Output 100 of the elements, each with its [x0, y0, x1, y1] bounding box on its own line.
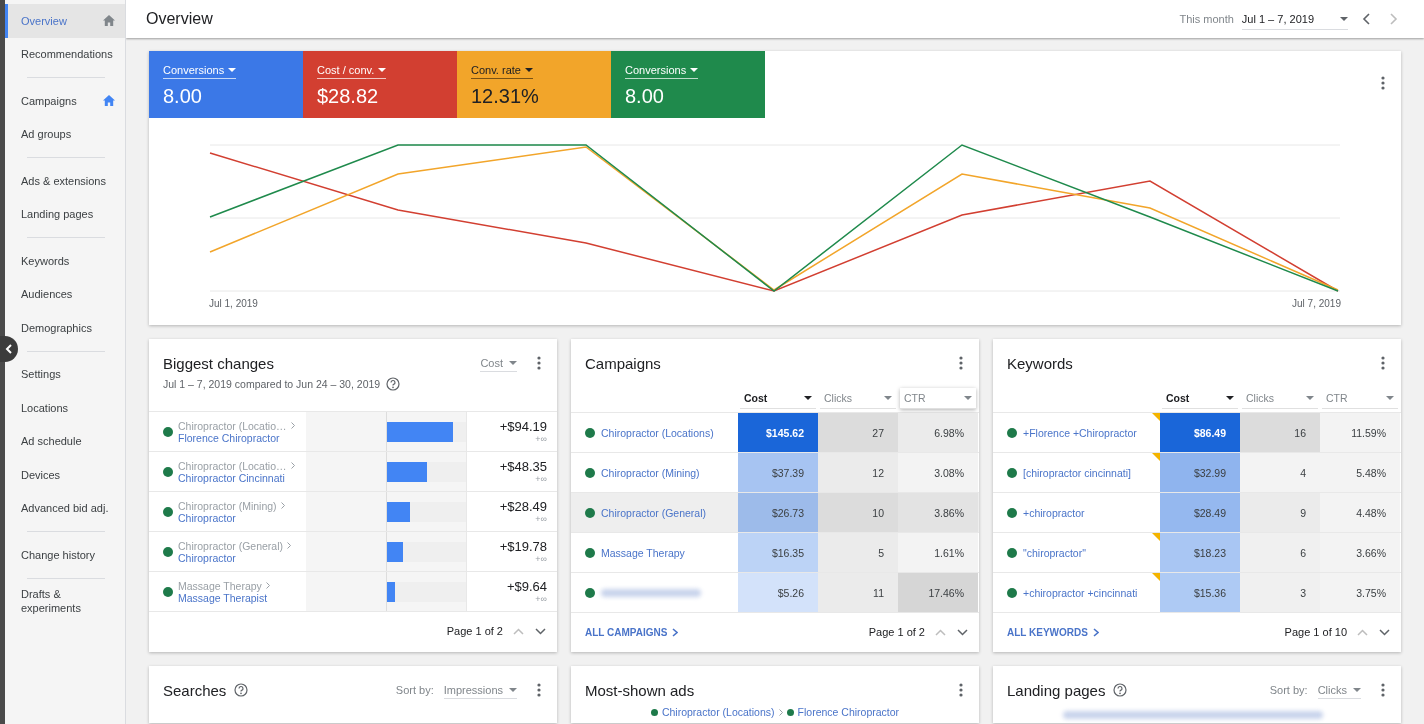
- change-value: +$9.64: [505, 579, 547, 594]
- metric-dropdown[interactable]: Conversions: [163, 64, 237, 79]
- table-row[interactable]: Chiropractor (Locations) $145.62 27 6.98%: [571, 413, 979, 453]
- page-title: Overview: [146, 10, 213, 28]
- chevron-right-icon: [1390, 13, 1398, 25]
- more-icon: [537, 683, 541, 697]
- caret-icon: [1386, 396, 1394, 400]
- change-percent: +∞: [534, 594, 547, 604]
- chevron-right-icon: [1092, 627, 1099, 637]
- table-cell: 3.75%: [1320, 573, 1400, 612]
- all-link[interactable]: ALL CAMPAIGNS: [585, 626, 679, 638]
- chevron-right-icon: [672, 627, 679, 637]
- nav-item[interactable]: Landing pages: [5, 197, 125, 231]
- caret-icon: [524, 68, 533, 72]
- nav-item[interactable]: Advanced bid adj.: [5, 491, 125, 525]
- caret-icon: [1340, 16, 1348, 21]
- campaign-link[interactable]: Chiropractor (Mining): [601, 466, 700, 479]
- table-cell: 4.48%: [1320, 493, 1400, 532]
- metric-dropdown[interactable]: Conversions: [625, 64, 699, 79]
- table-row[interactable]: $5.26 11 17.46%: [571, 573, 979, 613]
- column-header[interactable]: CTR: [900, 388, 976, 409]
- change-percent: +∞: [534, 554, 547, 564]
- campaign-name: Chiropractor (Locations): [661, 706, 775, 718]
- chevron-up-icon: [1356, 628, 1368, 636]
- keyword-link[interactable]: [chiropractor cincinnati]: [1023, 466, 1131, 479]
- sort-dropdown[interactable]: Impressions: [443, 681, 517, 699]
- table-row[interactable]: [chiropractor cincinnati] $32.99 4 5.48%: [993, 453, 1401, 493]
- date-range-dropdown[interactable]: Jul 1 – 7, 2019: [1241, 8, 1348, 30]
- change-percent: +∞: [534, 474, 547, 484]
- ad-group-link[interactable]: Chiropractor Cincinnati: [178, 471, 295, 484]
- column-header[interactable]: Clicks: [820, 388, 896, 409]
- change-value: +$28.49: [498, 499, 547, 514]
- table-row[interactable]: Massage Therapy $16.35 5 1.61%: [571, 533, 979, 573]
- metric-tile[interactable]: Conversions 8.00: [611, 51, 765, 118]
- nav-item[interactable]: Audiences: [5, 277, 125, 311]
- ad-group-link[interactable]: Florence Chiropractor: [797, 706, 900, 718]
- keyword-link[interactable]: +Florence +Chiropractor: [1023, 426, 1137, 439]
- nav-item[interactable]: Recommendations: [5, 37, 125, 71]
- nav-item[interactable]: Overview: [5, 4, 125, 38]
- campaign-link[interactable]: Massage Therapy: [601, 546, 685, 559]
- column-header[interactable]: Clicks: [1242, 388, 1318, 409]
- table-row[interactable]: Chiropractor (Mining) $37.39 12 3.08%: [571, 453, 979, 493]
- ad-group-link[interactable]: Chiropractor: [178, 551, 292, 564]
- card-title: Most-shown ads: [585, 681, 695, 699]
- table-cell: 6: [1240, 533, 1320, 572]
- sort-dropdown[interactable]: Clicks: [1317, 681, 1361, 699]
- status-dot: [585, 587, 595, 598]
- nav-item[interactable]: Locations: [5, 391, 125, 425]
- metric-dropdown[interactable]: Cost / conv.: [317, 64, 387, 79]
- campaign-link[interactable]: Chiropractor (Locations): [601, 426, 714, 439]
- metric-dropdown[interactable]: Cost: [480, 354, 517, 372]
- table-row[interactable]: +chiropractor $28.49 9 4.48%: [993, 493, 1401, 533]
- nav-item[interactable]: Drafts & experiments: [5, 584, 125, 618]
- metric-tile[interactable]: Cost / conv. $28.82: [303, 51, 457, 118]
- change-value: +$94.19: [498, 419, 547, 434]
- card-title: Searches: [163, 681, 227, 699]
- nav-item[interactable]: Ads & extensions: [5, 164, 125, 198]
- nav-item[interactable]: Ad schedule: [5, 424, 125, 458]
- metric-value: 8.00: [625, 85, 665, 108]
- table-row[interactable]: Chiropractor (General) $26.73 10 3.86%: [571, 493, 979, 533]
- change-percent: +∞: [534, 514, 547, 524]
- status-dot: [1007, 467, 1017, 478]
- change-value: +$19.78: [498, 539, 547, 554]
- table-cell: $5.26: [738, 573, 818, 612]
- table-row[interactable]: "chiropractor" $18.23 6 3.66%: [993, 533, 1401, 573]
- all-link[interactable]: ALL KEYWORDS: [1007, 626, 1099, 638]
- status-dot: [163, 586, 173, 597]
- nav-item[interactable]: Settings: [5, 357, 125, 391]
- ad-group-link[interactable]: Florence Chiropractor: [178, 431, 295, 444]
- more-icon: [959, 356, 963, 370]
- caret-icon: [964, 396, 972, 400]
- status-dot: [585, 507, 595, 518]
- column-header[interactable]: Cost: [740, 388, 816, 409]
- collapse-button[interactable]: [0, 336, 18, 362]
- keyword-link[interactable]: +chiropractor: [1023, 506, 1085, 519]
- nav-item[interactable]: Change history: [5, 538, 125, 572]
- metric-tile[interactable]: Conv. rate 12.31%: [457, 51, 611, 118]
- status-dot: [1007, 587, 1017, 598]
- nav-item[interactable]: Keywords: [5, 244, 125, 278]
- nav-item[interactable]: Demographics: [5, 311, 125, 345]
- table-cell: 3.08%: [898, 453, 978, 492]
- status-dot: [585, 467, 595, 478]
- ad-group-link[interactable]: Chiropractor: [178, 511, 285, 524]
- metric-tile[interactable]: Conversions 8.00: [149, 51, 303, 118]
- campaign-link[interactable]: Chiropractor (General): [601, 506, 707, 519]
- keyword-link[interactable]: "chiropractor": [1023, 546, 1086, 559]
- caret-icon: [1306, 396, 1314, 400]
- caret-icon: [509, 360, 517, 365]
- chevron-up-icon: [934, 628, 946, 636]
- column-header[interactable]: Cost: [1162, 388, 1238, 409]
- nav-item[interactable]: Campaigns: [5, 84, 125, 118]
- table-row[interactable]: +Florence +Chiropractor $86.49 16 11.59%: [993, 413, 1401, 453]
- nav-item[interactable]: Ad groups: [5, 117, 125, 151]
- ad-group-link[interactable]: Massage Therapist: [178, 591, 270, 604]
- status-dot: [163, 506, 173, 517]
- metric-dropdown[interactable]: Conv. rate: [471, 64, 533, 79]
- table-row[interactable]: +chiropractor +cincinnati $15.36 3 3.75%: [993, 573, 1401, 613]
- nav-item[interactable]: Devices: [5, 458, 125, 492]
- column-header[interactable]: CTR: [1322, 388, 1398, 409]
- keyword-link[interactable]: +chiropractor +cincinnati: [1023, 586, 1138, 599]
